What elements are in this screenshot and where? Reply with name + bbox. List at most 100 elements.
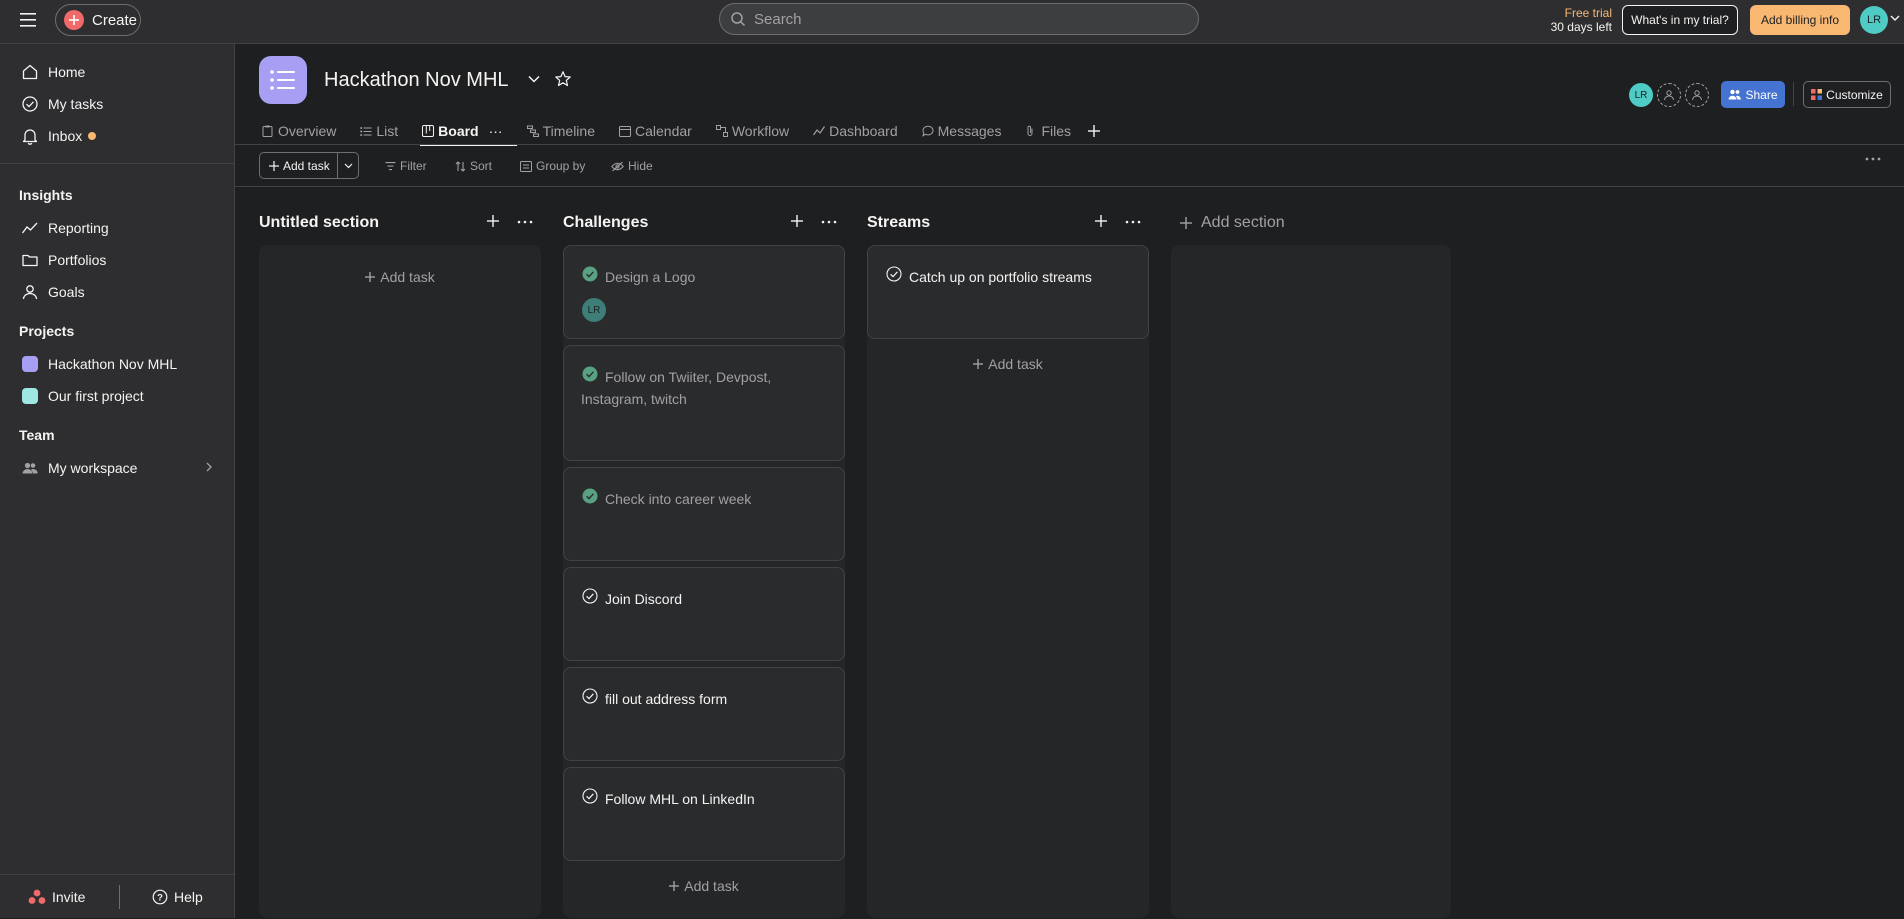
more-options-icon[interactable] xyxy=(516,219,534,225)
help-icon: ? xyxy=(152,889,168,905)
person-icon xyxy=(20,282,40,302)
project-member-avatar[interactable]: LR xyxy=(1629,83,1653,107)
add-task-split-button: Add task xyxy=(259,152,359,179)
task-card[interactable]: Follow MHL on LinkedIn xyxy=(563,767,845,861)
sidebar-item-label: Home xyxy=(48,64,86,80)
column-title[interactable]: Streams xyxy=(867,214,930,232)
unread-dot xyxy=(88,132,97,140)
tab-files[interactable]: Files xyxy=(1025,118,1071,144)
sort-label: Sort xyxy=(470,159,493,173)
sidebar-item-project-hackathon[interactable]: Hackathon Nov MHL xyxy=(0,348,235,380)
sidebar-item-my-workspace[interactable]: My workspace xyxy=(0,452,235,484)
column-title[interactable]: Untitled section xyxy=(259,214,379,232)
chevron-right-icon[interactable] xyxy=(205,462,213,472)
task-card[interactable]: Catch up on portfolio streams xyxy=(867,245,1149,339)
customize-button[interactable]: Customize xyxy=(1803,81,1891,108)
sidebar-item-home[interactable]: Home xyxy=(0,56,235,88)
hamburger-menu-icon[interactable] xyxy=(18,9,40,31)
add-section-label: Add section xyxy=(1201,214,1285,231)
user-avatar[interactable]: LR xyxy=(1860,6,1888,34)
tab-label: Messages xyxy=(937,123,1002,139)
add-member-icon[interactable] xyxy=(1685,83,1709,107)
tab-more-icon[interactable]: ··· xyxy=(489,123,503,139)
sidebar-item-my-tasks[interactable]: My tasks xyxy=(0,88,235,120)
add-tab-icon[interactable] xyxy=(1087,124,1101,138)
home-icon xyxy=(20,62,40,82)
plus-icon xyxy=(1179,216,1193,230)
header-divider xyxy=(1793,82,1794,106)
star-icon[interactable] xyxy=(554,70,572,88)
sidebar-item-goals[interactable]: Goals xyxy=(0,276,235,308)
more-options-icon[interactable] xyxy=(1864,156,1882,162)
projects-heading[interactable]: Projects xyxy=(19,323,74,339)
add-task-dropdown[interactable] xyxy=(338,153,358,178)
add-task-inline-button[interactable]: Add task xyxy=(563,876,845,896)
create-button[interactable]: Create xyxy=(55,4,141,36)
chevron-down-icon[interactable] xyxy=(527,72,541,86)
hide-button[interactable]: Hide xyxy=(611,156,653,176)
sidebar-item-inbox[interactable]: Inbox xyxy=(0,120,235,152)
column-title[interactable]: Challenges xyxy=(563,214,648,232)
tab-messages[interactable]: Messages xyxy=(921,118,1002,144)
tab-timeline[interactable]: Timeline xyxy=(526,118,595,144)
group-by-button[interactable]: Group by xyxy=(520,156,585,176)
plus-icon[interactable] xyxy=(486,214,500,228)
filter-icon xyxy=(385,161,396,171)
team-heading[interactable]: Team xyxy=(19,427,55,443)
plus-icon[interactable] xyxy=(790,214,804,228)
tab-workflow[interactable]: Workflow xyxy=(715,118,789,144)
chevron-down-icon[interactable] xyxy=(1890,14,1900,22)
more-options-icon[interactable] xyxy=(1124,219,1142,225)
invite-button[interactable]: Invite xyxy=(28,875,85,919)
add-section-button[interactable]: Add section xyxy=(1179,211,1285,235)
column-header-untitled: Untitled section xyxy=(259,211,541,235)
plus-icon[interactable] xyxy=(1094,214,1108,228)
tab-list[interactable]: List xyxy=(360,118,398,144)
plus-icon xyxy=(365,272,376,282)
svg-text:?: ? xyxy=(157,893,163,904)
clipboard-icon xyxy=(262,125,274,137)
whats-in-trial-button[interactable]: What's in my trial? xyxy=(1622,5,1738,35)
add-task-button[interactable]: Add task xyxy=(260,153,339,178)
sidebar-item-project-first[interactable]: Our first project xyxy=(0,380,235,412)
chevron-down-icon xyxy=(344,163,353,169)
assignee-avatar[interactable]: LR xyxy=(582,298,606,322)
tab-calendar[interactable]: Calendar xyxy=(619,118,692,144)
tab-label: Board xyxy=(438,123,479,139)
page-title[interactable]: Hackathon Nov MHL xyxy=(324,69,509,92)
tab-label: List xyxy=(376,123,399,139)
search-bar[interactable] xyxy=(719,3,1199,35)
customize-label: Customize xyxy=(1826,87,1883,102)
list-icon xyxy=(360,125,372,137)
tab-dashboard[interactable]: Dashboard xyxy=(813,118,898,144)
task-card[interactable]: fill out address form xyxy=(563,667,845,761)
sort-button[interactable]: Sort xyxy=(455,156,492,176)
share-button[interactable]: Share xyxy=(1721,81,1785,108)
task-card[interactable]: Design a Logo LR xyxy=(563,245,845,339)
tab-board[interactable]: Board ··· xyxy=(420,118,518,146)
more-options-icon[interactable] xyxy=(820,219,838,225)
help-button[interactable]: ? Help xyxy=(152,875,203,919)
project-list-icon[interactable] xyxy=(259,56,307,104)
task-card[interactable]: Check into career week xyxy=(563,467,845,561)
add-task-inline-button[interactable]: Add task xyxy=(867,354,1149,374)
tab-overview[interactable]: Overview xyxy=(262,118,336,144)
sidebar-item-label: Portfolios xyxy=(48,252,107,268)
tab-label: Calendar xyxy=(635,123,692,139)
filter-button[interactable]: Filter xyxy=(385,156,427,176)
task-card[interactable]: Join Discord xyxy=(563,567,845,661)
insights-heading[interactable]: Insights xyxy=(19,187,73,203)
task-title: Follow MHL on LinkedIn xyxy=(605,791,755,807)
sidebar-item-label: Inbox xyxy=(48,128,83,144)
sidebar-item-portfolios[interactable]: Portfolios xyxy=(0,244,235,276)
add-task-inline-button[interactable]: Add task xyxy=(259,267,541,287)
add-task-label: Add task xyxy=(684,878,739,894)
search-input[interactable] xyxy=(754,10,1174,28)
customize-grid-icon xyxy=(1811,89,1823,100)
sidebar-item-reporting[interactable]: Reporting xyxy=(0,212,235,244)
add-billing-info-button[interactable]: Add billing info xyxy=(1750,5,1850,35)
add-member-icon[interactable] xyxy=(1657,83,1681,107)
task-card[interactable]: Follow on Twiiter, Devpost, Instagram, t… xyxy=(563,345,845,461)
add-task-label: Add task xyxy=(988,356,1043,372)
trial-label: Free trial xyxy=(1564,6,1612,20)
